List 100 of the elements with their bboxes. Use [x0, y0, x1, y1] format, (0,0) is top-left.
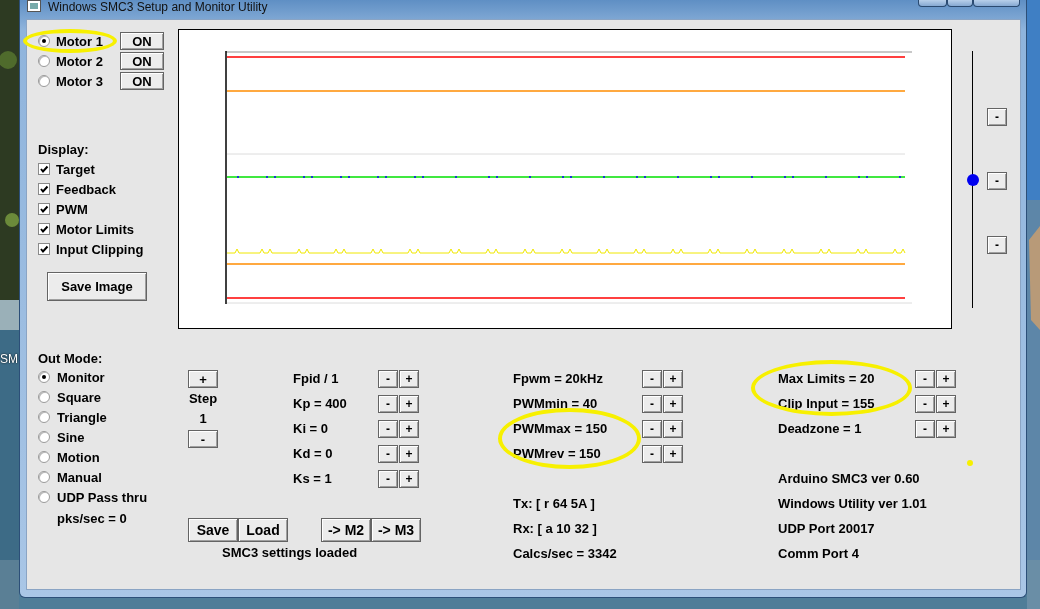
- radio-label[interactable]: Monitor: [57, 369, 105, 385]
- minus-button[interactable]: -: [378, 469, 398, 488]
- plus-button[interactable]: +: [663, 419, 683, 438]
- plus-button[interactable]: +: [399, 419, 419, 438]
- radio-button[interactable]: [38, 471, 50, 483]
- plus-button[interactable]: +: [663, 444, 683, 463]
- parameter-label: Ki = 0: [293, 421, 330, 436]
- radio-button[interactable]: [38, 75, 50, 87]
- comm-stat-text: Rx: [ a 10 32 ]: [513, 521, 597, 536]
- on-button[interactable]: ON: [120, 52, 164, 70]
- checkbox-label[interactable]: Input Clipping: [56, 241, 144, 257]
- parameter-label: PWMmax = 150: [513, 421, 609, 436]
- parameter-label: Ks = 1: [293, 471, 333, 486]
- radio-button[interactable]: [38, 35, 50, 47]
- highlight-dot: [967, 460, 973, 466]
- minus-button[interactable]: -: [642, 444, 662, 463]
- info-text: UDP Port 20017: [778, 521, 875, 536]
- radio-button[interactable]: [38, 491, 50, 503]
- parameter-label: Kd = 0: [293, 446, 334, 461]
- out-mode-label: Out Mode:: [38, 350, 103, 366]
- radio-button[interactable]: [38, 451, 50, 463]
- close-button[interactable]: [973, 0, 1020, 7]
- plus-button[interactable]: +: [399, 369, 419, 388]
- motor-label[interactable]: Motor 2: [56, 53, 120, 69]
- minus-button[interactable]: -: [378, 419, 398, 438]
- comm-stat-text: Calcs/sec = 3342: [513, 546, 617, 561]
- on-button[interactable]: ON: [120, 72, 164, 90]
- parameter-label: Deadzone = 1: [778, 421, 863, 436]
- parameter-label: Max Limits = 20: [778, 371, 876, 386]
- parameter-label: PWMmin = 40: [513, 396, 599, 411]
- radio-button[interactable]: [38, 411, 50, 423]
- radio-label[interactable]: Triangle: [57, 409, 107, 425]
- plus-button[interactable]: +: [663, 394, 683, 413]
- minus-button[interactable]: -: [642, 369, 662, 388]
- slider-thumb[interactable]: [967, 173, 979, 186]
- copy-button[interactable]: -> M3: [371, 518, 421, 542]
- parameter-label: Fpwm = 20kHz: [513, 371, 604, 386]
- minus-button[interactable]: -: [378, 444, 398, 463]
- checkbox[interactable]: [38, 183, 50, 195]
- radio-label[interactable]: Motion: [57, 449, 100, 465]
- parameter-label: PWMrev = 150: [513, 446, 602, 461]
- minus-button[interactable]: -: [378, 394, 398, 413]
- plus-button[interactable]: +: [399, 469, 419, 488]
- radio-button[interactable]: [38, 371, 50, 383]
- radio-button[interactable]: [38, 391, 50, 403]
- info-text: Arduino SMC3 ver 0.60: [778, 471, 920, 486]
- copy-button[interactable]: -> M2: [321, 518, 371, 542]
- slider-track[interactable]: [967, 51, 979, 308]
- minus-button[interactable]: -: [642, 419, 662, 438]
- radio-label[interactable]: Square: [57, 389, 102, 405]
- minus-button[interactable]: -: [987, 108, 1007, 126]
- display-label: Display:: [38, 141, 89, 157]
- minus-button[interactable]: -: [987, 236, 1007, 254]
- settings-button[interactable]: Save: [188, 518, 238, 542]
- checkbox-label[interactable]: Feedback: [56, 181, 116, 197]
- radio-label[interactable]: UDP Pass thru: [57, 489, 148, 505]
- radio-button[interactable]: [38, 55, 50, 67]
- step-value: 1: [199, 410, 207, 428]
- plus-button[interactable]: +: [399, 394, 419, 413]
- checkbox[interactable]: [38, 243, 50, 255]
- minimize-button[interactable]: [918, 0, 947, 7]
- comm-stat-text: Tx: [ r 64 5A ]: [513, 496, 595, 511]
- save-image-button[interactable]: Save Image: [47, 272, 147, 301]
- plus-button[interactable]: +: [936, 394, 956, 413]
- radio-button[interactable]: [38, 431, 50, 443]
- radio-label[interactable]: Sine: [57, 429, 85, 445]
- minus-button[interactable]: -: [378, 369, 398, 388]
- status-text: SMC3 settings loaded: [222, 545, 358, 560]
- checkbox-label[interactable]: Motor Limits: [56, 221, 134, 237]
- radio-label[interactable]: Manual: [57, 469, 102, 485]
- checkbox[interactable]: [38, 163, 50, 175]
- increase-button[interactable]: +: [188, 370, 218, 388]
- minus-button[interactable]: -: [915, 419, 935, 438]
- checkbox[interactable]: [38, 223, 50, 235]
- window-title: Windows SMC3 Setup and Monitor Utility: [48, 0, 268, 14]
- motor-label[interactable]: Motor 3: [56, 73, 120, 89]
- minus-button[interactable]: -: [915, 369, 935, 388]
- minus-button[interactable]: -: [642, 394, 662, 413]
- minus-button[interactable]: -: [987, 172, 1007, 190]
- minus-button[interactable]: -: [915, 394, 935, 413]
- app-icon: [27, 0, 41, 12]
- checkbox[interactable]: [38, 203, 50, 215]
- settings-button[interactable]: Load: [238, 518, 288, 542]
- info-text: Windows Utility ver 1.01: [778, 496, 927, 511]
- desktop-icon-label[interactable]: SM: [0, 352, 18, 366]
- plus-button[interactable]: +: [663, 369, 683, 388]
- plus-button[interactable]: +: [399, 444, 419, 463]
- checkbox-label[interactable]: PWM: [56, 201, 88, 217]
- plus-button[interactable]: +: [936, 369, 956, 388]
- decrease-button[interactable]: -: [188, 430, 218, 448]
- checkbox-label[interactable]: Target: [56, 161, 95, 177]
- parameter-label: Kp = 400: [293, 396, 348, 411]
- on-button[interactable]: ON: [120, 32, 164, 50]
- parameter-label: Fpid / 1: [293, 371, 340, 386]
- step-label: Step: [188, 390, 218, 408]
- maximize-button[interactable]: [947, 0, 973, 7]
- packets-rate-text: pks/sec = 0: [57, 510, 127, 526]
- info-text: Comm Port 4: [778, 546, 859, 561]
- motor-label[interactable]: Motor 1: [56, 33, 120, 49]
- plus-button[interactable]: +: [936, 419, 956, 438]
